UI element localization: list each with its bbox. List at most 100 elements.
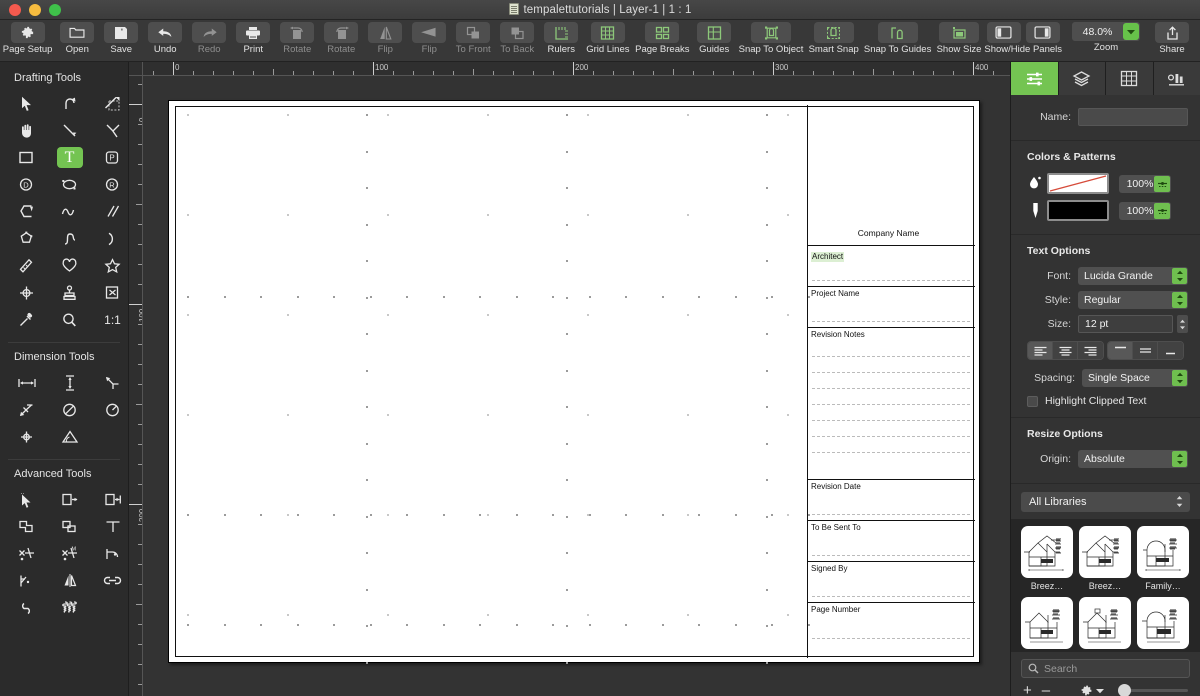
fill-opacity-stepper[interactable] <box>1154 175 1170 192</box>
libraries-select-stepper-icon[interactable] <box>1175 495 1184 508</box>
toolbar-flip-vertical[interactable]: Flip <box>363 22 407 55</box>
arc-tool[interactable] <box>91 225 134 252</box>
v-align-top-button[interactable] <box>1108 342 1133 359</box>
thumbnail-size-slider-knob[interactable] <box>1118 684 1132 696</box>
v-align-bottom-button[interactable] <box>1158 342 1183 359</box>
parallel-lines-tool[interactable] <box>91 198 134 225</box>
toolbar-rulers[interactable]: Rulers <box>539 22 583 55</box>
fill-opacity-field[interactable]: 100% <box>1119 174 1171 193</box>
toolbar-snap-to-guides[interactable]: Snap To Guides <box>862 22 934 55</box>
polygon-shape-tool[interactable] <box>5 225 48 252</box>
horizontal-ruler[interactable]: 0 100 200 300 400 <box>143 62 1010 76</box>
toolbar-print[interactable]: Print <box>231 22 275 55</box>
heart-shape-tool[interactable] <box>48 252 91 279</box>
minimize-window-button[interactable] <box>29 3 41 16</box>
name-input[interactable] <box>1078 108 1188 126</box>
library-item[interactable]: Family… <box>1137 526 1189 591</box>
title-block-revision-date-row[interactable]: Revision Date <box>808 480 975 521</box>
title-block-architect-row[interactable]: Architect <box>808 246 975 287</box>
drawing-page[interactable]: Company Name Architect Project Name Revi… <box>168 100 980 664</box>
selection-arrow-tool[interactable] <box>5 90 48 117</box>
highlight-clipped-text-checkbox[interactable] <box>1027 395 1038 407</box>
stroke-opacity-field[interactable]: 100% <box>1119 201 1171 220</box>
spacing-stepper-icon[interactable] <box>1172 370 1187 386</box>
title-block-signed-by-row[interactable]: Signed By <box>808 562 975 603</box>
eyedropper-tool[interactable] <box>5 306 48 333</box>
style-select[interactable]: Regular <box>1078 291 1188 309</box>
vertical-ruler[interactable]: 0100200 <box>129 76 143 696</box>
title-block-page-number-row[interactable]: Page Number <box>808 603 975 644</box>
tab-grid[interactable] <box>1106 62 1154 95</box>
link-chain-tool[interactable] <box>91 567 134 594</box>
freehand-pencil-tool[interactable] <box>5 252 48 279</box>
union-shape-tool[interactable] <box>5 513 48 540</box>
horizontal-dimension-tool[interactable] <box>5 369 48 396</box>
title-block-to-be-sent-to-row[interactable]: To Be Sent To <box>808 521 975 562</box>
polygon-p-tool[interactable]: P <box>91 144 134 171</box>
toolbar-share[interactable]: Share <box>1150 22 1194 55</box>
v-align-middle-button[interactable] <box>1133 342 1158 359</box>
callout-tool[interactable] <box>5 396 48 423</box>
maximize-window-button[interactable] <box>49 3 61 16</box>
line-tool[interactable] <box>48 117 91 144</box>
libraries-select[interactable]: All Libraries <box>1021 492 1190 512</box>
tab-chart[interactable] <box>1153 62 1200 95</box>
toolbar-grid-lines[interactable]: Grid Lines <box>583 22 632 55</box>
title-block-project-name-row[interactable]: Project Name <box>808 287 975 328</box>
offset-right-tool[interactable] <box>48 486 91 513</box>
chevron-down-icon[interactable] <box>1123 23 1140 40</box>
show-hide-right-panel-button[interactable] <box>1025 22 1060 43</box>
toolbar-snap-to-object[interactable]: Snap To Object <box>736 22 806 55</box>
hatch-pattern-tool[interactable] <box>48 594 91 621</box>
library-search-field[interactable]: Search <box>1021 659 1190 678</box>
library-item[interactable]: Breez… <box>1079 526 1131 591</box>
radius-r-tool[interactable]: R <box>91 171 134 198</box>
toolbar-guides[interactable]: Guides <box>692 22 736 55</box>
fillet-tool[interactable] <box>91 540 134 567</box>
font-select[interactable]: Lucida Grande <box>1078 267 1188 285</box>
vertical-dimension-tool[interactable] <box>48 369 91 396</box>
zoom-field[interactable]: 48.0% <box>1072 22 1141 41</box>
fill-color-swatch[interactable] <box>1047 173 1109 194</box>
spline-tool[interactable] <box>48 225 91 252</box>
origin-stepper-icon[interactable] <box>1172 451 1187 467</box>
origin-select[interactable]: Absolute <box>1078 450 1188 468</box>
toolbar-show-size[interactable]: Show Size <box>934 22 985 55</box>
toolbar-flip-horizontal[interactable]: Flip <box>407 22 451 55</box>
dimension-d-tool[interactable]: D <box>5 171 48 198</box>
mirror-tool[interactable] <box>48 567 91 594</box>
library-item[interactable]: Breez… <box>1021 526 1073 591</box>
add-library-button[interactable]: + <box>1023 683 1032 696</box>
show-hide-left-panel-button[interactable] <box>986 22 1021 43</box>
reverse-curve-tool[interactable] <box>5 594 48 621</box>
toolbar-rotate-left[interactable]: Rotate <box>275 22 319 55</box>
rotate-tool[interactable] <box>48 90 91 117</box>
toolbar-page-breaks[interactable]: Page Breaks <box>632 22 692 55</box>
drawing-canvas[interactable]: Company Name Architect Project Name Revi… <box>143 76 1010 696</box>
stamp-symbol-tool[interactable] <box>48 279 91 306</box>
leader-line-tool[interactable] <box>91 369 134 396</box>
offset-distance-tool[interactable] <box>91 486 134 513</box>
toolbar-save[interactable]: Save <box>99 22 143 55</box>
toolbar-rotate-right[interactable]: Rotate <box>319 22 363 55</box>
library-item[interactable] <box>1021 597 1073 649</box>
clipping-box-tool[interactable] <box>91 279 134 306</box>
library-item[interactable] <box>1079 597 1131 649</box>
toolbar-undo[interactable]: Undo <box>143 22 187 55</box>
title-block-company-row[interactable]: Company Name <box>808 105 975 246</box>
subtract-shape-tool[interactable] <box>48 513 91 540</box>
size-input[interactable]: 12 pt <box>1078 315 1173 333</box>
double-line-tool[interactable] <box>91 117 134 144</box>
radial-dimension-tool[interactable] <box>91 396 134 423</box>
library-item[interactable] <box>1137 597 1189 649</box>
break-line-m-tool[interactable]: M <box>48 540 91 567</box>
smart-select-tool[interactable] <box>5 486 48 513</box>
remove-library-button[interactable]: – <box>1042 683 1050 696</box>
tab-layers[interactable] <box>1058 62 1106 95</box>
trim-tool[interactable] <box>91 513 134 540</box>
break-line-tool[interactable] <box>5 540 48 567</box>
highlight-clipped-text-row[interactable]: Highlight Clipped Text <box>1011 390 1200 407</box>
stroke-opacity-stepper[interactable] <box>1154 202 1170 219</box>
chamfer-tool[interactable] <box>5 198 48 225</box>
join-tool[interactable] <box>5 567 48 594</box>
